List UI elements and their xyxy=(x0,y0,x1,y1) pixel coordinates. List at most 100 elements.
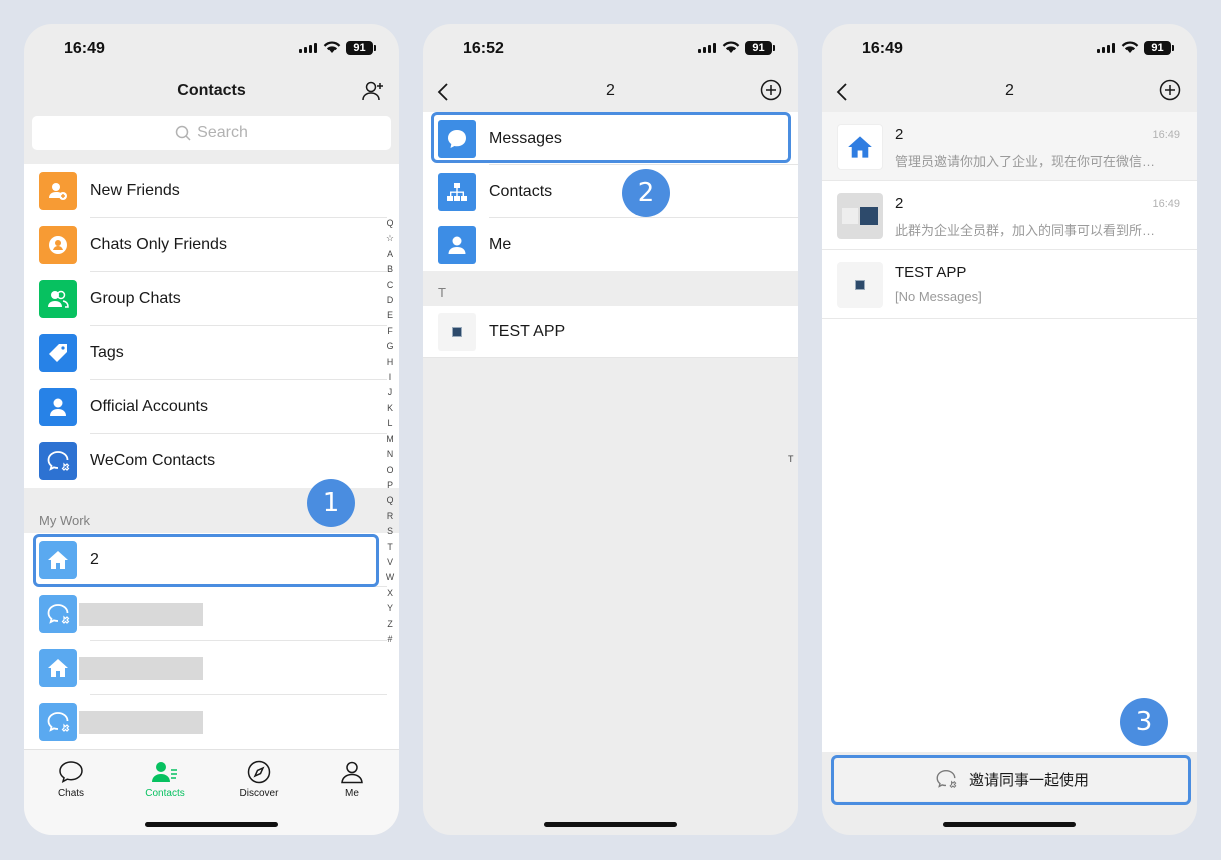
home-icon xyxy=(837,123,883,170)
work-item-redacted[interactable] xyxy=(24,695,399,749)
add-contact-icon[interactable] xyxy=(361,79,385,103)
app-item-label: TEST APP xyxy=(489,323,566,340)
tag-icon xyxy=(39,334,77,372)
menu-item-wecom-contacts[interactable]: WeCom Contacts xyxy=(24,434,399,488)
conversation-item[interactable]: 2 16:49 管理员邀请你加入了企业，现在你可在微信… xyxy=(822,112,1197,181)
wifi-icon xyxy=(722,41,740,53)
conversation-time: 16:49 xyxy=(1152,198,1180,210)
phone-screen-workspace: 16:52 91 2 Messages Contacts Me T TEST A… xyxy=(423,24,798,835)
tab-contacts[interactable]: Contacts xyxy=(118,760,212,799)
index-letter: T xyxy=(788,454,794,464)
index-letter[interactable]: E xyxy=(384,308,396,323)
conversation-name: TEST APP xyxy=(895,264,967,281)
index-letter[interactable]: Q xyxy=(384,216,396,231)
redacted-name xyxy=(79,656,203,680)
index-letter[interactable]: V xyxy=(384,555,396,570)
plus-circle-icon[interactable] xyxy=(1159,79,1181,101)
page-title: 2 xyxy=(606,82,615,99)
index-letter[interactable]: N xyxy=(384,447,396,462)
index-letter[interactable]: K xyxy=(384,401,396,416)
index-letter[interactable]: A xyxy=(384,247,396,262)
menu-item-tags[interactable]: Tags xyxy=(24,326,399,380)
conversation-name: 2 xyxy=(895,126,904,143)
work-item-redacted[interactable] xyxy=(24,587,399,641)
index-letter[interactable]: B xyxy=(384,262,396,277)
conversation-time: 16:49 xyxy=(1152,129,1180,141)
page-title: 2 xyxy=(1005,82,1014,99)
compass-icon xyxy=(247,760,271,784)
group-avatar xyxy=(837,192,883,239)
menu-item-label: Group Chats xyxy=(90,290,181,307)
menu-item-label: Official Accounts xyxy=(90,398,208,415)
status-bar: 16:49 91 xyxy=(24,24,399,74)
menu-item-group-chats[interactable]: Group Chats xyxy=(24,272,399,326)
alphabet-index[interactable]: Q ☆ A B C D E F G H I J K L M N O P Q R S T V W X Y Z # xyxy=(384,216,396,647)
divider xyxy=(423,357,798,358)
tab-me[interactable]: Me xyxy=(305,760,399,799)
redacted-name xyxy=(79,710,203,734)
phone-screen-contacts: 16:49 91 Contacts Search New Friends Cha… xyxy=(24,24,399,835)
step-badge-2: 2 xyxy=(622,169,670,217)
work-item-redacted[interactable] xyxy=(24,641,399,695)
menu-item-me[interactable]: Me xyxy=(423,218,798,271)
highlight-box xyxy=(33,534,379,587)
menu-item-chats-only-friends[interactable]: Chats Only Friends xyxy=(24,218,399,272)
menu-item-contacts[interactable]: Contacts xyxy=(423,165,798,218)
menu-item-official-accounts[interactable]: Official Accounts xyxy=(24,380,399,434)
index-letter[interactable]: Q xyxy=(384,493,396,508)
home-indicator xyxy=(943,822,1076,827)
index-letter[interactable]: Y xyxy=(384,601,396,616)
index-letter[interactable]: W xyxy=(384,570,396,585)
app-item-test-app[interactable]: TEST APP xyxy=(423,306,798,358)
index-letter[interactable]: L xyxy=(384,416,396,431)
menu-item-label: Me xyxy=(489,235,512,253)
battery-indicator: 91 xyxy=(1144,41,1174,55)
conversation-item[interactable]: 2 16:49 此群为企业全员群，加入的同事可以看到所… xyxy=(822,181,1197,250)
battery-indicator: 91 xyxy=(346,41,376,55)
status-time: 16:52 xyxy=(463,40,504,57)
index-letter[interactable]: I xyxy=(384,370,396,385)
status-bar: 16:49 91 xyxy=(822,24,1197,74)
index-letter[interactable]: S xyxy=(384,524,396,539)
index-letter[interactable]: C xyxy=(384,278,396,293)
person-icon xyxy=(341,761,363,784)
wecom-icon xyxy=(39,703,77,741)
index-letter[interactable]: J xyxy=(384,385,396,400)
index-letter[interactable]: H xyxy=(384,355,396,370)
official-account-icon xyxy=(39,388,77,426)
tab-label: Chats xyxy=(57,788,85,799)
conversation-preview: 此群为企业全员群，加入的同事可以看到所… xyxy=(895,223,1156,238)
menu-item-new-friends[interactable]: New Friends xyxy=(24,164,399,218)
index-letter[interactable]: M xyxy=(384,432,396,447)
tab-label: Discover xyxy=(239,788,279,799)
org-chart-icon xyxy=(438,172,476,211)
tab-discover[interactable]: Discover xyxy=(212,760,306,799)
index-letter[interactable]: R xyxy=(384,509,396,524)
index-letter[interactable]: # xyxy=(384,632,396,647)
nav-bar: Contacts xyxy=(24,74,399,112)
index-letter[interactable]: ☆ xyxy=(384,231,396,246)
index-letter[interactable]: G xyxy=(384,339,396,354)
conversation-preview: 管理员邀请你加入了企业，现在你可在微信… xyxy=(895,154,1156,169)
section-header-my-work: My Work xyxy=(39,513,91,528)
plus-circle-icon[interactable] xyxy=(760,79,782,101)
tab-label: Contacts xyxy=(145,788,185,799)
chat-bubble-icon xyxy=(59,761,83,783)
index-letter[interactable]: P xyxy=(384,478,396,493)
home-indicator xyxy=(544,822,677,827)
index-letter[interactable]: D xyxy=(384,293,396,308)
nav-bar: 2 xyxy=(423,74,798,112)
menu-item-label: Chats Only Friends xyxy=(90,236,227,253)
index-letter[interactable]: O xyxy=(384,463,396,478)
search-input[interactable]: Search xyxy=(32,116,391,150)
index-letter[interactable]: X xyxy=(384,586,396,601)
tab-chats[interactable]: Chats xyxy=(24,760,118,799)
app-avatar xyxy=(438,313,476,351)
index-letter[interactable]: T xyxy=(384,540,396,555)
index-letter[interactable]: Z xyxy=(384,617,396,632)
redacted-name xyxy=(79,602,203,626)
wecom-icon xyxy=(39,442,77,480)
status-bar: 16:52 91 xyxy=(423,24,798,74)
conversation-item[interactable]: TEST APP [No Messages] xyxy=(822,250,1197,319)
index-letter[interactable]: F xyxy=(384,324,396,339)
